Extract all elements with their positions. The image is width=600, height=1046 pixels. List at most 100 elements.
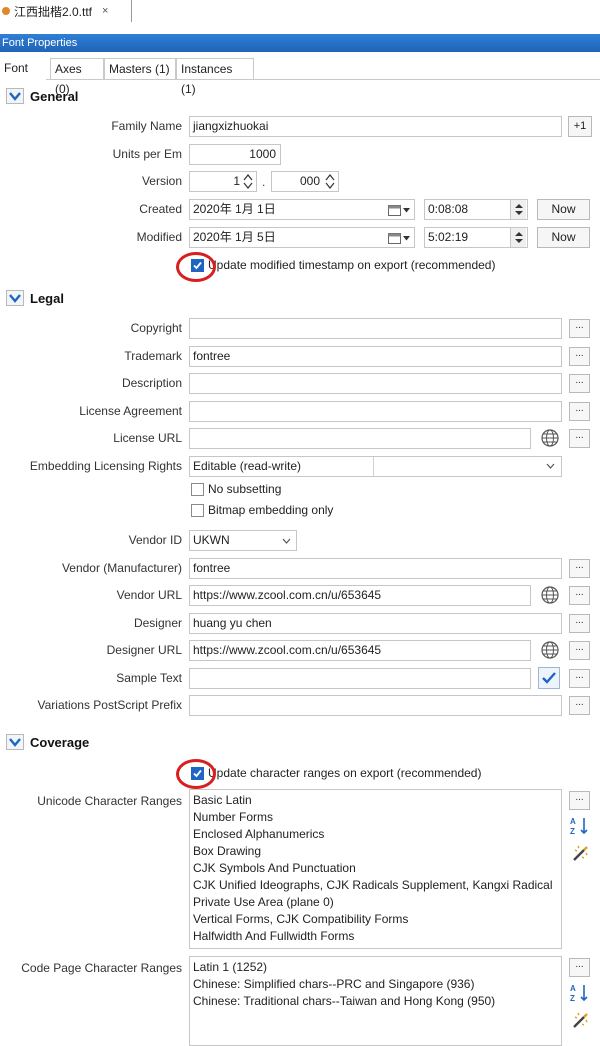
designer-url-more-button[interactable]: ... [569, 641, 590, 660]
magic-wand-icon[interactable] [569, 1010, 591, 1030]
designer-url-label: Designer URL [106, 643, 182, 657]
created-time-stepper[interactable] [510, 200, 526, 219]
list-item[interactable]: Number Forms [193, 809, 558, 826]
license-field[interactable] [189, 401, 562, 422]
highlight-circle [176, 252, 216, 282]
vendor-more-button[interactable]: ... [569, 559, 590, 578]
vendor-field[interactable]: fontree [189, 558, 562, 579]
highlight-circle [176, 759, 216, 789]
globe-icon[interactable] [538, 427, 562, 449]
sample-text-more-button[interactable]: ... [569, 669, 590, 688]
general-section-header[interactable]: General [6, 86, 78, 106]
created-date-field[interactable]: 2020年 1月 1日 [189, 199, 415, 220]
copyright-field[interactable] [189, 318, 562, 339]
document-tab[interactable]: 江西拙楷2.0.ttf × [0, 0, 132, 22]
calendar-icon[interactable] [388, 203, 412, 217]
globe-icon[interactable] [538, 639, 562, 661]
legal-section-title: Legal [30, 290, 64, 306]
subtabs-divider [46, 79, 600, 80]
designer-url-field[interactable]: https://www.zcool.com.cn/u/653645 [189, 640, 531, 661]
designer-field[interactable]: huang yu chen [189, 613, 562, 634]
license-more-button[interactable]: ... [569, 402, 590, 421]
general-section-title: General [30, 88, 79, 104]
magic-wand-icon[interactable] [569, 843, 591, 863]
unicode-ranges-more-button[interactable]: ... [569, 791, 590, 810]
chevron-down-icon[interactable] [282, 538, 291, 544]
copyright-more-button[interactable]: ... [569, 319, 590, 338]
chevron-down-icon[interactable] [6, 290, 24, 306]
vendor-url-more-button[interactable]: ... [569, 586, 590, 605]
tab-font[interactable]: Font [0, 58, 46, 79]
check-icon[interactable] [538, 667, 560, 689]
modified-time-stepper[interactable] [510, 228, 526, 247]
license-label: License Agreement [79, 404, 182, 418]
license-url-field[interactable] [189, 428, 531, 449]
modified-now-button[interactable]: Now [537, 227, 590, 248]
trademark-more-button[interactable]: ... [569, 347, 590, 366]
sort-az-icon[interactable]: AZ [569, 816, 591, 836]
trademark-field[interactable]: fontree [189, 346, 562, 367]
version-minor-stepper[interactable] [325, 172, 335, 191]
license-url-more-button[interactable]: ... [569, 429, 590, 448]
variations-more-button[interactable]: ... [569, 696, 590, 715]
list-item[interactable]: Vertical Forms, CJK Compatibility Forms [193, 911, 558, 928]
calendar-icon[interactable] [388, 231, 412, 245]
vendor-url-field[interactable]: https://www.zcool.com.cn/u/653645 [189, 585, 531, 606]
embedding-select[interactable]: Editable (read-write) [189, 456, 562, 477]
tab-axes[interactable]: Axes (0) [50, 58, 104, 96]
vendor-id-label: Vendor ID [128, 533, 182, 547]
svg-text:Z: Z [570, 994, 575, 1003]
embedding-select-divider [373, 457, 374, 476]
legal-section-header[interactable]: Legal [6, 288, 64, 308]
version-major-stepper[interactable] [243, 172, 253, 191]
list-item[interactable]: Halfwidth And Fullwidth Forms [193, 928, 558, 945]
modified-date-field[interactable]: 2020年 1月 5日 [189, 227, 415, 248]
panel-title: Font Properties [0, 34, 600, 52]
vendor-id-combo[interactable]: UKWN [189, 530, 297, 551]
localize-plus-button[interactable]: +1 [568, 116, 592, 137]
version-label: Version [141, 174, 182, 188]
close-icon[interactable]: × [102, 5, 108, 17]
units-per-em-label: Units per Em [112, 147, 182, 161]
codepage-ranges-list[interactable]: Latin 1 (1252) Chinese: Simplified chars… [189, 956, 562, 1046]
update-ranges-label: Update character ranges on export (recom… [208, 766, 482, 780]
designer-more-button[interactable]: ... [569, 614, 590, 633]
list-item[interactable]: Chinese: Simplified chars--PRC and Singa… [193, 976, 558, 993]
copyright-label: Copyright [130, 321, 182, 335]
units-per-em-field[interactable]: 1000 [189, 144, 281, 165]
created-now-button[interactable]: Now [537, 199, 590, 220]
coverage-section-title: Coverage [30, 734, 90, 750]
family-name-field[interactable]: jiangxizhuokai [189, 116, 562, 137]
modified-label: Modified [136, 230, 182, 244]
chevron-down-icon[interactable] [546, 463, 555, 469]
coverage-section-header[interactable]: Coverage [6, 732, 89, 752]
svg-text:A: A [570, 984, 576, 993]
vendor-url-label: Vendor URL [116, 588, 182, 602]
sample-text-field[interactable] [189, 668, 531, 689]
list-item[interactable]: Basic Latin [193, 792, 558, 809]
update-modified-label: Update modified timestamp on export (rec… [208, 258, 496, 272]
no-subsetting-checkbox[interactable] [191, 483, 204, 496]
list-item[interactable]: CJK Symbols And Punctuation [193, 860, 558, 877]
version-dot: . [262, 175, 266, 189]
list-item[interactable]: Chinese: Traditional chars--Taiwan and H… [193, 993, 558, 1010]
globe-icon[interactable] [538, 584, 562, 606]
list-item[interactable]: Latin 1 (1252) [193, 959, 558, 976]
description-more-button[interactable]: ... [569, 374, 590, 393]
chevron-down-icon[interactable] [6, 734, 24, 750]
chevron-down-icon[interactable] [6, 88, 24, 104]
description-label: Description [121, 376, 182, 390]
sort-az-icon[interactable]: AZ [569, 983, 591, 1003]
list-item[interactable]: Private Use Area (plane 0) [193, 894, 558, 911]
list-item[interactable]: Enclosed Alphanumerics [193, 826, 558, 843]
list-item[interactable]: Box Drawing [193, 843, 558, 860]
unicode-ranges-label: Unicode Character Ranges [37, 794, 182, 808]
tab-masters[interactable]: Masters (1) [104, 58, 176, 79]
list-item[interactable]: CJK Unified Ideographs, CJK Radicals Sup… [193, 877, 558, 894]
description-field[interactable] [189, 373, 562, 394]
unicode-ranges-list[interactable]: Basic Latin Number Forms Enclosed Alphan… [189, 789, 562, 949]
variations-field[interactable] [189, 695, 562, 716]
tab-instances[interactable]: Instances (1) [176, 58, 254, 96]
bitmap-only-checkbox[interactable] [191, 504, 204, 517]
codepage-ranges-more-button[interactable]: ... [569, 958, 590, 977]
